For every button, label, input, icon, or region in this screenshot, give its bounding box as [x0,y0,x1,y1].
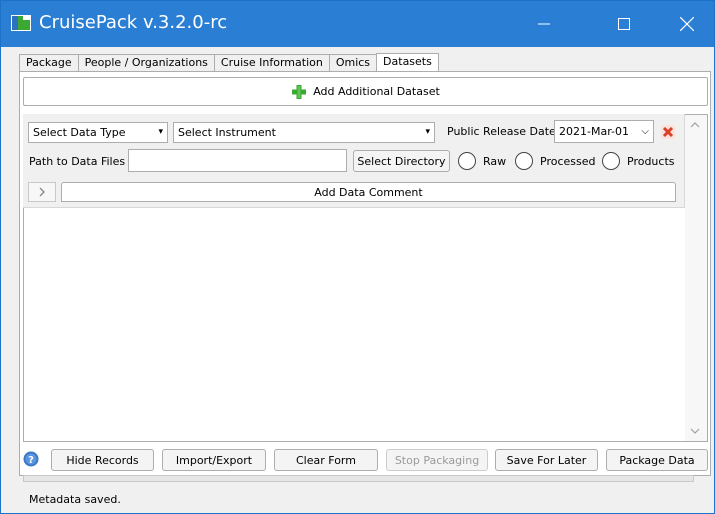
data-type-value: Select Data Type [33,126,126,139]
add-data-comment-button[interactable]: Add Data Comment [61,182,676,202]
products-radio[interactable] [602,152,620,170]
chevron-down-icon[interactable] [690,427,700,435]
instrument-select[interactable]: Select Instrument ▾ [173,122,435,143]
tab-package[interactable]: Package [19,54,78,72]
path-input[interactable] [128,149,347,172]
products-radio-label: Products [627,155,675,168]
tab-omics[interactable]: Omics [328,54,377,72]
path-label: Path to Data Files [29,155,126,168]
delete-x-icon [661,125,675,139]
minimize-button[interactable] [521,1,567,47]
add-data-comment-label: Add Data Comment [314,185,423,199]
title-bar[interactable]: CruisePack v.3.2.0-rc [1,1,714,47]
add-dataset-label: Add Additional Dataset [313,85,440,98]
raw-radio-label: Raw [483,155,507,168]
tab-datasets[interactable]: Datasets [376,53,439,72]
public-release-label: Public Release Date [447,125,556,138]
data-type-select[interactable]: Select Data Type ▾ [28,122,168,143]
stop-packaging-button[interactable]: Stop Packaging [386,449,488,471]
expand-comment-toggle[interactable] [28,182,56,202]
vertical-scrollbar[interactable] [685,115,707,441]
chevron-up-icon[interactable] [690,121,700,129]
processed-radio-label: Processed [540,155,596,168]
chevron-down-icon: ⌵ [641,126,649,137]
minimize-icon [538,23,550,25]
app-window: CruisePack v.3.2.0-rc Package People / O… [0,0,715,514]
package-data-button[interactable]: Package Data [606,449,708,471]
import-export-button[interactable]: Import/Export [162,449,266,471]
help-icon[interactable]: ? [23,451,39,467]
instrument-value: Select Instrument [178,126,276,139]
svg-text:?: ? [28,455,34,466]
add-dataset-button[interactable]: Add Additional Dataset [23,77,708,106]
cruisepack-app-icon [11,15,31,31]
maximize-button[interactable] [601,1,647,47]
public-release-date-picker[interactable]: 2021-Mar-01 ⌵ [554,120,654,143]
dropdown-arrow-icon: ▾ [158,127,163,137]
close-icon [680,17,694,31]
hide-records-button[interactable]: Hide Records [51,449,154,471]
public-release-date-value: 2021-Mar-01 [559,125,629,138]
packaging-progress-bar [23,475,694,482]
raw-radio[interactable] [458,152,476,170]
tab-bar: Package People / Organizations Cruise In… [19,53,439,72]
save-for-later-button[interactable]: Save For Later [495,449,598,471]
processed-radio[interactable] [515,152,533,170]
window-title: CruisePack v.3.2.0-rc [39,12,228,33]
close-button[interactable] [664,1,710,47]
delete-dataset-button[interactable] [659,123,677,141]
dropdown-arrow-icon: ▾ [425,127,430,137]
tab-people-organizations[interactable]: People / Organizations [77,54,214,72]
status-text: Metadata saved. [29,493,121,506]
chevron-right-icon [39,187,45,197]
tab-cruise-information[interactable]: Cruise Information [213,54,329,72]
maximize-icon [618,18,630,30]
plus-icon [292,84,307,99]
select-directory-button[interactable]: Select Directory [353,150,450,172]
clear-form-button[interactable]: Clear Form [274,449,378,471]
